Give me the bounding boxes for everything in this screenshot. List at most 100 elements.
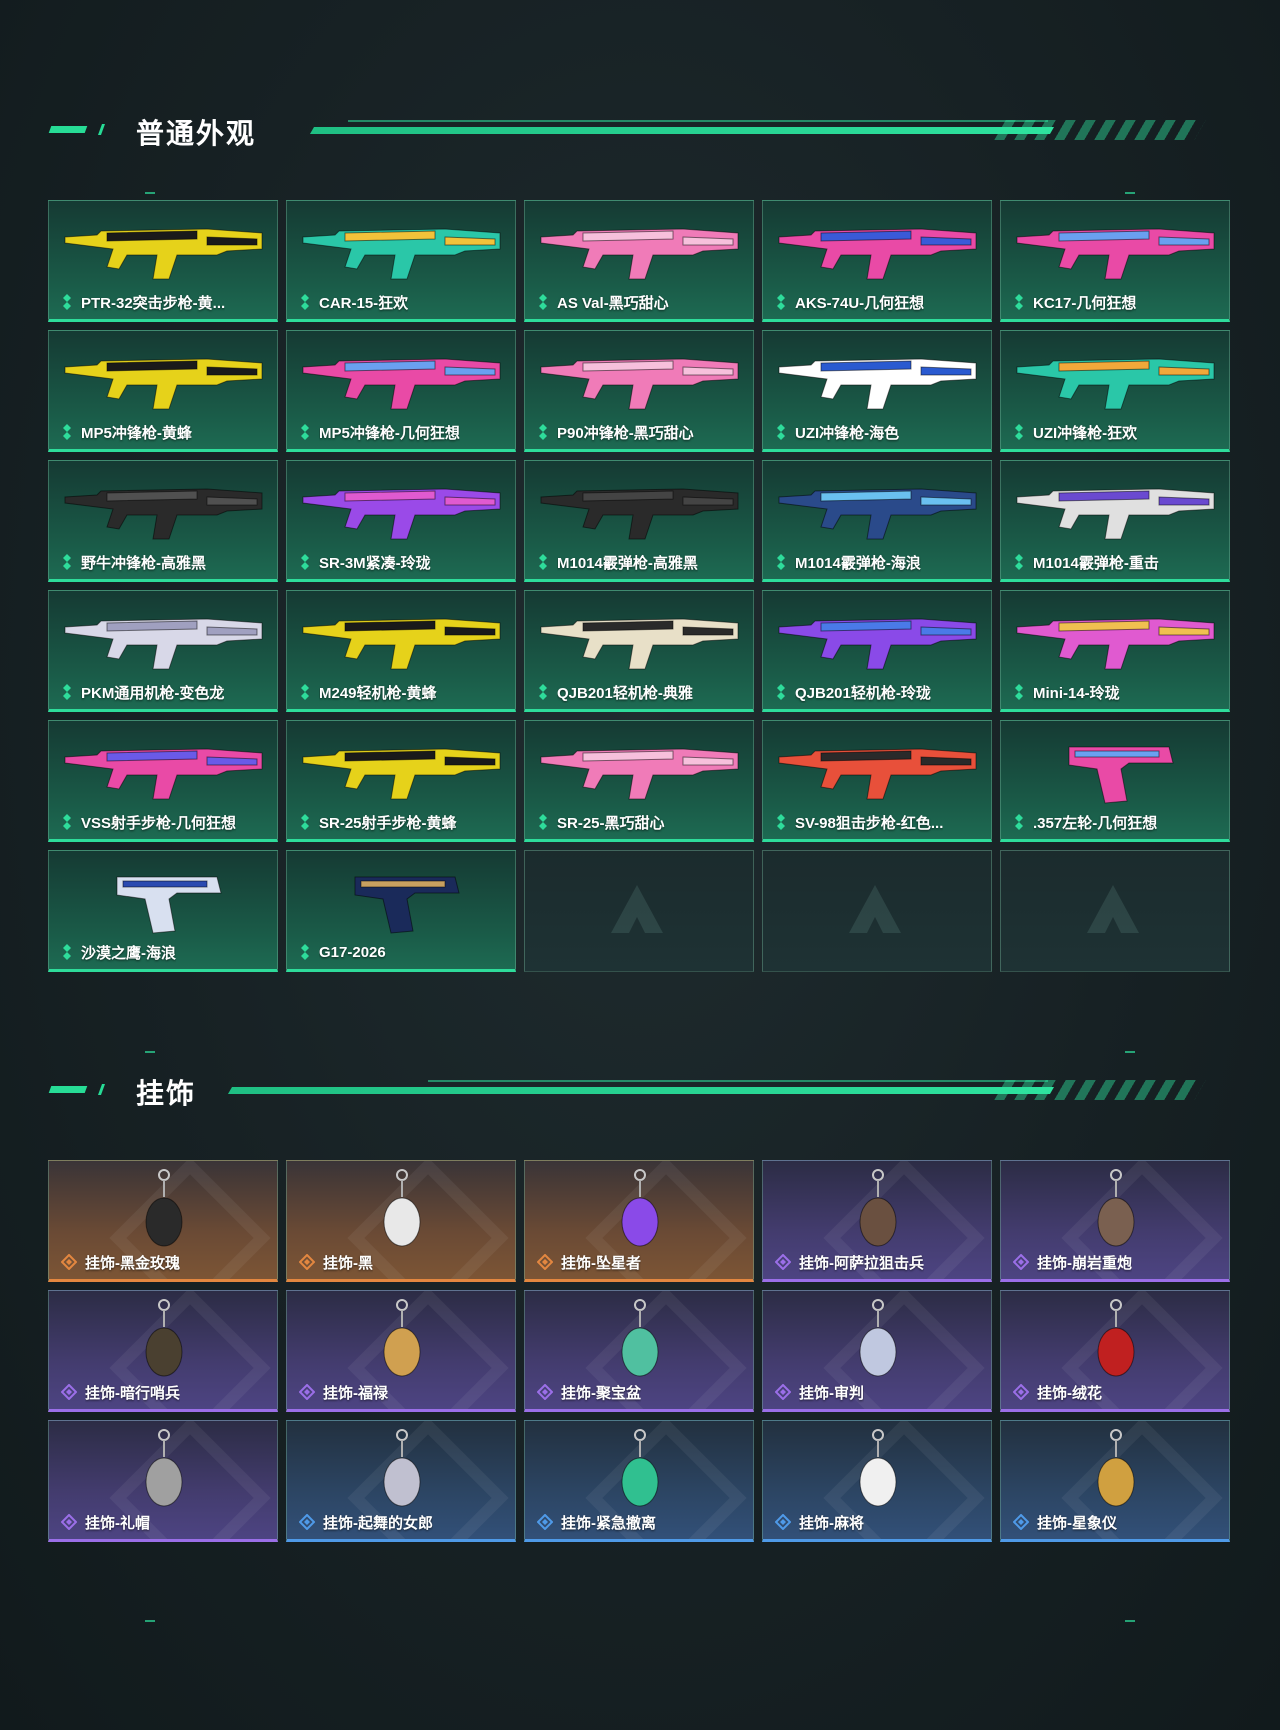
- weapon-skin-card[interactable]: MP5冲锋枪-黄蜂: [48, 330, 278, 452]
- charm-card[interactable]: 挂饰-礼帽: [48, 1420, 278, 1542]
- rarity-diamond-icon: [539, 424, 547, 440]
- weapon-skin-card[interactable]: SR-25射手步枪-黄蜂: [286, 720, 516, 842]
- charm-card[interactable]: 挂饰-坠星者: [524, 1160, 754, 1282]
- section-title: 普通外观: [136, 118, 257, 149]
- weapon-skin-card[interactable]: AKS-74U-几何狂想: [762, 200, 992, 322]
- weapon-skin-card[interactable]: 野牛冲锋枪-高雅黑: [48, 460, 278, 582]
- weapon-skin-name: .357左轮-几何狂想: [1033, 814, 1158, 832]
- weapon-image: [302, 228, 501, 280]
- charm-card[interactable]: 挂饰-聚宝盆: [524, 1290, 754, 1412]
- weapon-skin-card[interactable]: PTR-32突击步枪-黄...: [48, 200, 278, 322]
- charm-card[interactable]: 挂饰-黑金玫瑰: [48, 1160, 278, 1282]
- rarity-diamond-icon: [299, 1384, 315, 1400]
- rarity-diamond-icon: [63, 424, 71, 440]
- charm-image: [383, 1429, 421, 1507]
- weapon-skin-card[interactable]: SV-98狙击步枪-红色...: [762, 720, 992, 842]
- section-header-skins: 普通外观: [48, 110, 1206, 150]
- charm-card[interactable]: 挂饰-崩岩重炮: [1000, 1160, 1230, 1282]
- header-accent-tick: [97, 1084, 106, 1095]
- weapon-skin-label: M249轻机枪-黄蜂: [299, 681, 509, 703]
- header-bar: [309, 127, 1055, 134]
- charm-card[interactable]: 挂饰-黑: [286, 1160, 516, 1282]
- rarity-diamond-icon: [63, 944, 71, 960]
- corner-tick: [1125, 1620, 1135, 1622]
- charm-card[interactable]: 挂饰-审判: [762, 1290, 992, 1412]
- weapon-skin-label: G17-2026: [299, 941, 509, 963]
- empty-slot: [762, 850, 992, 972]
- charm-image: [621, 1169, 659, 1247]
- weapon-skin-card[interactable]: KC17-几何狂想: [1000, 200, 1230, 322]
- weapon-image: [64, 488, 263, 540]
- charm-name: 挂饰-星象仪: [1037, 1514, 1117, 1532]
- weapon-skin-label: AS Val-黑巧甜心: [537, 291, 747, 313]
- weapon-skin-card[interactable]: QJB201轻机枪-玲珑: [762, 590, 992, 712]
- weapon-skin-card[interactable]: M1014霰弹枪-海浪: [762, 460, 992, 582]
- rarity-diamond-icon: [61, 1254, 77, 1270]
- weapon-skin-card[interactable]: AS Val-黑巧甜心: [524, 200, 754, 322]
- weapon-skin-card[interactable]: CAR-15-狂欢: [286, 200, 516, 322]
- charm-name: 挂饰-绒花: [1037, 1384, 1102, 1402]
- weapon-skin-card[interactable]: QJB201轻机枪-典雅: [524, 590, 754, 712]
- weapon-skin-card[interactable]: SR-25-黑巧甜心: [524, 720, 754, 842]
- rarity-diamond-icon: [61, 1514, 77, 1530]
- weapon-image: [540, 488, 739, 540]
- weapon-skin-card[interactable]: G17-2026: [286, 850, 516, 972]
- weapon-image: [778, 618, 977, 670]
- weapon-image: [64, 748, 263, 800]
- weapon-skin-name: M249轻机枪-黄蜂: [319, 684, 437, 702]
- weapon-skin-name: UZI冲锋枪-海色: [795, 424, 900, 442]
- header-bar-thin: [428, 1080, 1048, 1082]
- weapon-skin-card[interactable]: P90冲锋枪-黑巧甜心: [524, 330, 754, 452]
- weapon-skin-card[interactable]: .357左轮-几何狂想: [1000, 720, 1230, 842]
- weapon-skin-label: AKS-74U-几何狂想: [775, 291, 985, 313]
- charm-card[interactable]: 挂饰-阿萨拉狙击兵: [762, 1160, 992, 1282]
- corner-tick: [1125, 192, 1135, 194]
- weapon-image: [116, 876, 222, 934]
- rarity-diamond-icon: [299, 1254, 315, 1270]
- charm-card[interactable]: 挂饰-星象仪: [1000, 1420, 1230, 1542]
- rarity-diamond-icon: [537, 1514, 553, 1530]
- empty-slot: [1000, 850, 1230, 972]
- weapon-skin-label: UZI冲锋枪-狂欢: [1013, 421, 1223, 443]
- rarity-diamond-icon: [301, 424, 309, 440]
- rarity-diamond-icon: [1015, 684, 1023, 700]
- weapon-skin-card[interactable]: SR-3M紧凑-玲珑: [286, 460, 516, 582]
- weapon-skin-name: QJB201轻机枪-玲珑: [795, 684, 931, 702]
- charm-image: [621, 1299, 659, 1377]
- weapon-skin-card[interactable]: UZI冲锋枪-海色: [762, 330, 992, 452]
- weapon-skin-name: QJB201轻机枪-典雅: [557, 684, 693, 702]
- weapon-skin-card[interactable]: Mini-14-玲珑: [1000, 590, 1230, 712]
- rarity-diamond-icon: [301, 294, 309, 310]
- weapon-skin-card[interactable]: MP5冲锋枪-几何狂想: [286, 330, 516, 452]
- weapon-image: [354, 876, 460, 934]
- weapon-skin-card[interactable]: 沙漠之鹰-海浪: [48, 850, 278, 972]
- weapon-skin-name: UZI冲锋枪-狂欢: [1033, 424, 1138, 442]
- charm-card[interactable]: 挂饰-绒花: [1000, 1290, 1230, 1412]
- weapon-skin-label: UZI冲锋枪-海色: [775, 421, 985, 443]
- weapon-skin-card[interactable]: VSS射手步枪-几何狂想: [48, 720, 278, 842]
- weapon-skin-card[interactable]: M1014霰弹枪-重击: [1000, 460, 1230, 582]
- weapon-image: [1016, 618, 1215, 670]
- charm-card[interactable]: 挂饰-暗行哨兵: [48, 1290, 278, 1412]
- weapon-skin-card[interactable]: M1014霰弹枪-高雅黑: [524, 460, 754, 582]
- charm-card[interactable]: 挂饰-紧急撤离: [524, 1420, 754, 1542]
- charm-card[interactable]: 挂饰-起舞的女郎: [286, 1420, 516, 1542]
- weapon-image: [1016, 228, 1215, 280]
- rarity-diamond-icon: [777, 424, 785, 440]
- weapon-skin-label: SR-3M紧凑-玲珑: [299, 551, 509, 573]
- weapon-skin-name: AS Val-黑巧甜心: [557, 294, 669, 312]
- weapon-skin-label: .357左轮-几何狂想: [1013, 811, 1223, 833]
- charm-card[interactable]: 挂饰-福禄: [286, 1290, 516, 1412]
- weapon-skin-name: MP5冲锋枪-黄蜂: [81, 424, 192, 442]
- charm-name: 挂饰-坠星者: [561, 1254, 641, 1272]
- charm-image: [145, 1299, 183, 1377]
- charm-name: 挂饰-麻将: [799, 1514, 864, 1532]
- weapon-skin-name: 沙漠之鹰-海浪: [81, 944, 176, 962]
- weapon-skin-card[interactable]: PKM通用机枪-变色龙: [48, 590, 278, 712]
- weapon-skin-name: PKM通用机枪-变色龙: [81, 684, 225, 702]
- weapon-skin-card[interactable]: M249轻机枪-黄蜂: [286, 590, 516, 712]
- charm-card[interactable]: 挂饰-麻将: [762, 1420, 992, 1542]
- weapon-skin-card[interactable]: UZI冲锋枪-狂欢: [1000, 330, 1230, 452]
- weapon-image: [1016, 488, 1215, 540]
- rarity-diamond-icon: [1013, 1254, 1029, 1270]
